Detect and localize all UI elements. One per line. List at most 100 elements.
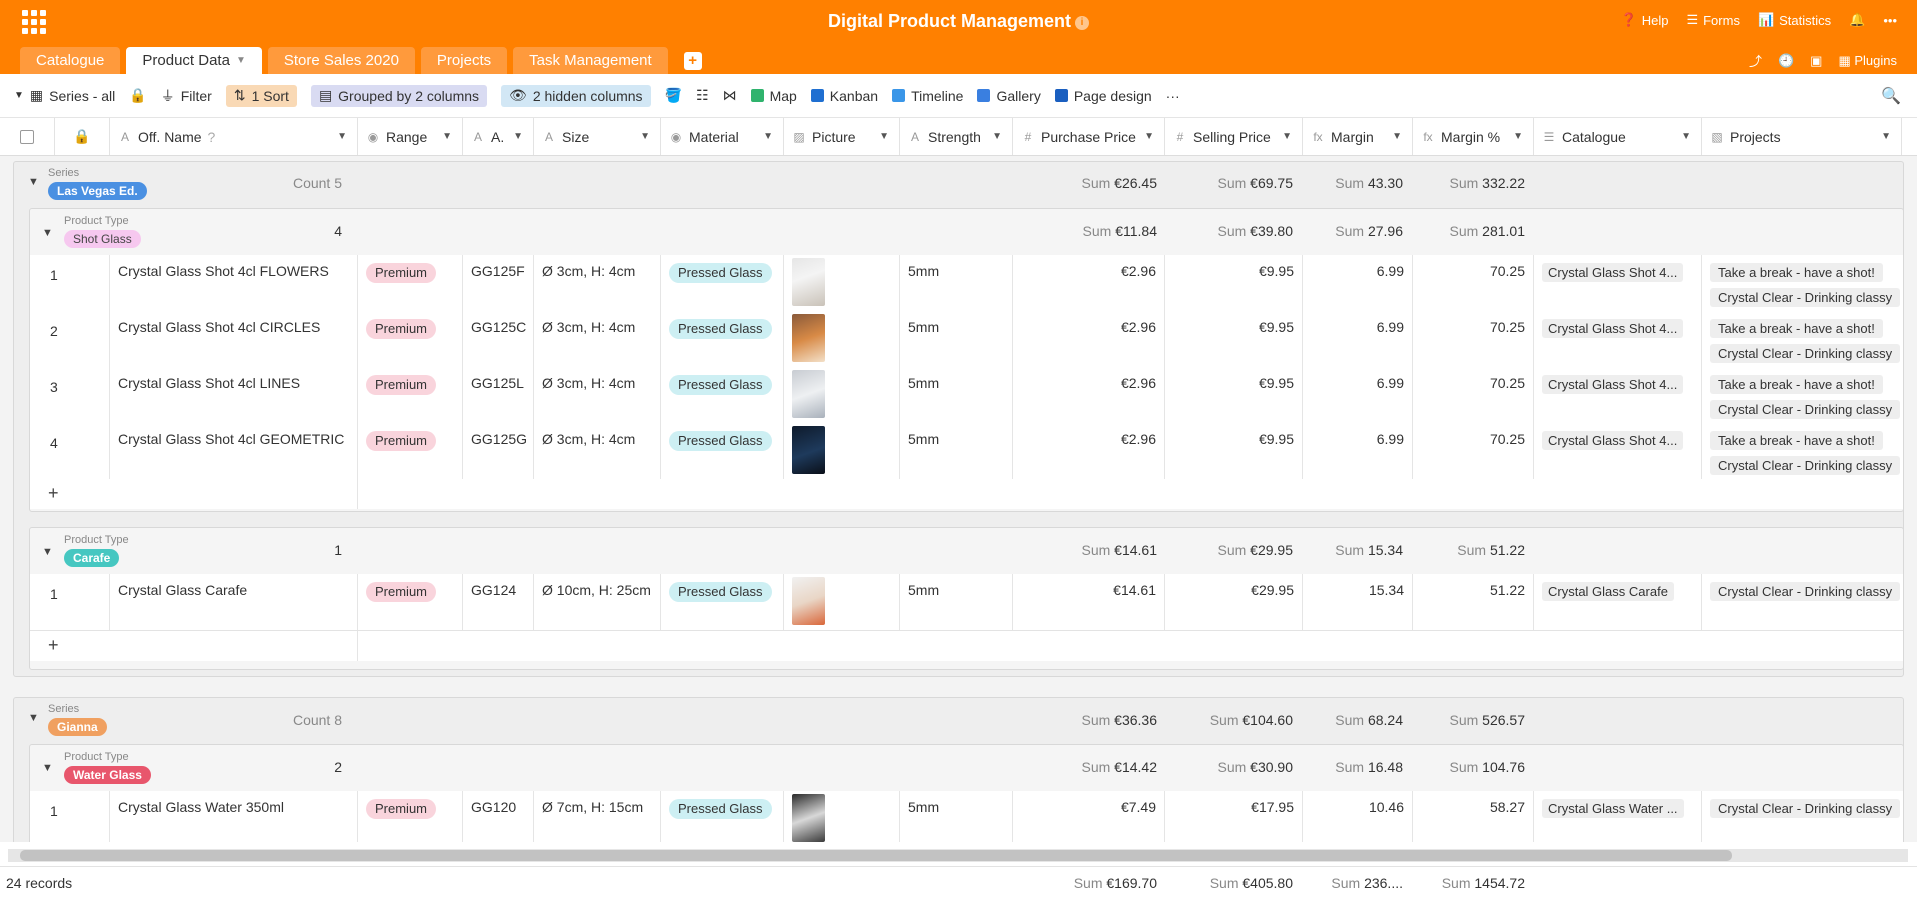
- chevron-down-icon[interactable]: ▼: [1513, 131, 1523, 142]
- cell-projects[interactable]: Take a break - have a shot! Crystal Clear…: [1702, 423, 1903, 479]
- cell-article[interactable]: GG125C: [463, 311, 534, 367]
- cell-name[interactable]: Crystal Glass Shot 4cl LINES: [110, 367, 358, 423]
- col-strength[interactable]: A Strength ▼: [900, 118, 1013, 155]
- cell-purchase-price[interactable]: €2.96: [1013, 367, 1165, 423]
- plugins-button[interactable]: ▦ Plugins: [1838, 53, 1897, 69]
- project-link[interactable]: Take a break - have a shot!: [1710, 319, 1883, 338]
- project-link[interactable]: Crystal Clear - Drinking classy: [1710, 288, 1901, 307]
- cell-article[interactable]: GG125G: [463, 423, 534, 479]
- cell-selling-price[interactable]: €9.95: [1165, 311, 1303, 367]
- cell-picture[interactable]: [784, 791, 900, 842]
- product-thumbnail[interactable]: [792, 794, 825, 842]
- map-button[interactable]: Map: [750, 85, 797, 107]
- share-icon[interactable]: ⤴: [1749, 51, 1762, 70]
- info-icon[interactable]: i: [1075, 16, 1090, 30]
- kanban-button[interactable]: Kanban: [810, 85, 878, 107]
- catalogue-link[interactable]: Crystal Glass Shot 4...: [1542, 263, 1684, 282]
- collapse-caret-icon[interactable]: ▼: [28, 712, 39, 724]
- col-purchase-price[interactable]: # Purchase Price ▼: [1013, 118, 1165, 155]
- cell-material[interactable]: Pressed Glass: [661, 423, 784, 479]
- project-link[interactable]: Take a break - have a shot!: [1710, 263, 1883, 282]
- lock-view-button[interactable]: 🔒: [129, 85, 146, 107]
- col-margin-pct[interactable]: fx Margin % ▼: [1413, 118, 1534, 155]
- add-table-button[interactable]: +: [683, 52, 702, 70]
- cell-strength[interactable]: 5mm: [900, 791, 1013, 842]
- project-link[interactable]: Crystal Clear - Drinking classy: [1710, 400, 1901, 419]
- tab-product-data[interactable]: Product Data ▼: [126, 47, 262, 74]
- sort-button[interactable]: ⇅ 1 Sort: [225, 84, 297, 107]
- tab-task-management[interactable]: Task Management: [513, 47, 668, 74]
- chevron-down-icon[interactable]: ▼: [337, 131, 347, 142]
- cell-selling-price[interactable]: €29.95: [1165, 574, 1303, 630]
- project-link[interactable]: Crystal Clear - Drinking classy: [1710, 799, 1901, 818]
- product-thumbnail[interactable]: [792, 370, 825, 418]
- chevron-down-icon[interactable]: ▼: [236, 47, 246, 74]
- more-menu-button[interactable]: •••: [1883, 13, 1897, 28]
- table-row[interactable]: 4 Crystal Glass Shot 4cl GEOMETRIC Premi…: [30, 423, 1903, 480]
- cell-size[interactable]: Ø 3cm, H: 4cm: [534, 255, 661, 311]
- catalogue-link[interactable]: Crystal Glass Shot 4...: [1542, 375, 1684, 394]
- search-icon[interactable]: 🔍: [1881, 86, 1901, 106]
- table-row[interactable]: 3 Crystal Glass Shot 4cl LINES Premium G…: [30, 367, 1903, 424]
- add-row[interactable]: +: [30, 631, 1903, 661]
- cell-selling-price[interactable]: €17.95: [1165, 791, 1303, 842]
- cell-range[interactable]: Premium: [358, 255, 463, 311]
- cell-article[interactable]: GG125F: [463, 255, 534, 311]
- cell-range[interactable]: Premium: [358, 367, 463, 423]
- tab-projects[interactable]: Projects: [420, 47, 508, 74]
- page-design-button[interactable]: Page design: [1054, 85, 1152, 107]
- col-picture[interactable]: ▨ Picture ▼: [784, 118, 900, 155]
- cell-size[interactable]: Ø 10cm, H: 25cm: [534, 574, 661, 630]
- chevron-down-icon[interactable]: ▼: [1144, 131, 1154, 142]
- more-toolbar-button[interactable]: ···: [1166, 85, 1180, 107]
- chevron-down-icon[interactable]: ▼: [640, 131, 650, 142]
- cell-projects[interactable]: Take a break - have a shot! Crystal Clear…: [1702, 255, 1903, 311]
- filter-button[interactable]: ⏚ Filter: [161, 85, 212, 107]
- cell-size[interactable]: Ø 3cm, H: 4cm: [534, 311, 661, 367]
- cell-catalogue[interactable]: Crystal Glass Shot 4...: [1534, 255, 1702, 311]
- horizontal-scrollbar[interactable]: [8, 849, 1908, 862]
- col-catalogue[interactable]: ☰ Catalogue ▼: [1534, 118, 1702, 155]
- cell-picture[interactable]: [784, 255, 900, 311]
- project-link[interactable]: Crystal Clear - Drinking classy: [1710, 582, 1901, 601]
- add-row-icon[interactable]: +: [48, 483, 59, 504]
- cell-picture[interactable]: [784, 574, 900, 630]
- history-icon[interactable]: 🕘: [1778, 53, 1794, 69]
- project-link[interactable]: Take a break - have a shot!: [1710, 375, 1883, 394]
- cell-strength[interactable]: 5mm: [900, 311, 1013, 367]
- chevron-down-icon[interactable]: ▼: [442, 131, 452, 142]
- chevron-down-icon[interactable]: ▼: [1881, 131, 1891, 142]
- table-row[interactable]: 2 Crystal Glass Shot 4cl CIRCLES Premium…: [30, 311, 1903, 368]
- timeline-button[interactable]: Timeline: [892, 85, 963, 107]
- share-view-button[interactable]: ⋈: [723, 85, 737, 107]
- cell-projects[interactable]: Take a break - have a shot! Crystal Clear…: [1702, 311, 1903, 367]
- table-row[interactable]: 1 Crystal Glass Shot 4cl FLOWERS Premium…: [30, 255, 1903, 312]
- cell-material[interactable]: Pressed Glass: [661, 255, 784, 311]
- cell-range[interactable]: Premium: [358, 423, 463, 479]
- cell-projects[interactable]: Crystal Clear - Drinking classy: [1702, 574, 1903, 630]
- cell-catalogue[interactable]: Crystal Glass Water ...: [1534, 791, 1702, 842]
- collapse-caret-icon[interactable]: ▼: [42, 762, 53, 774]
- cell-size[interactable]: Ø 7cm, H: 15cm: [534, 791, 661, 842]
- notifications-button[interactable]: 🔔: [1849, 12, 1865, 28]
- cell-name[interactable]: Crystal Glass Shot 4cl FLOWERS: [110, 255, 358, 311]
- cell-name[interactable]: Crystal Glass Shot 4cl CIRCLES: [110, 311, 358, 367]
- cell-picture[interactable]: [784, 311, 900, 367]
- chevron-down-icon[interactable]: ▼: [1282, 131, 1292, 142]
- cell-projects[interactable]: Take a break - have a shot! Crystal Clear…: [1702, 367, 1903, 423]
- cell-purchase-price[interactable]: €14.61: [1013, 574, 1165, 630]
- collapse-caret-icon[interactable]: ▼: [28, 176, 39, 188]
- gallery-button[interactable]: Gallery: [977, 85, 1041, 107]
- cell-catalogue[interactable]: Crystal Glass Shot 4...: [1534, 423, 1702, 479]
- row-color-button[interactable]: 🪣: [665, 85, 682, 107]
- cell-material[interactable]: Pressed Glass: [661, 311, 784, 367]
- chevron-down-icon[interactable]: ▼: [1681, 131, 1691, 142]
- table-row[interactable]: 1 Crystal Glass Carafe Premium GG124 Ø 1…: [30, 574, 1903, 631]
- select-all-checkbox[interactable]: [20, 129, 34, 144]
- product-thumbnail[interactable]: [792, 314, 825, 362]
- col-a[interactable]: A A. ▼: [463, 118, 534, 155]
- cell-purchase-price[interactable]: €2.96: [1013, 311, 1165, 367]
- help-button[interactable]: ❓ Help: [1621, 12, 1669, 28]
- chevron-down-icon[interactable]: ▼: [992, 131, 1002, 142]
- col-name[interactable]: A Off. Name? ▼: [110, 118, 358, 155]
